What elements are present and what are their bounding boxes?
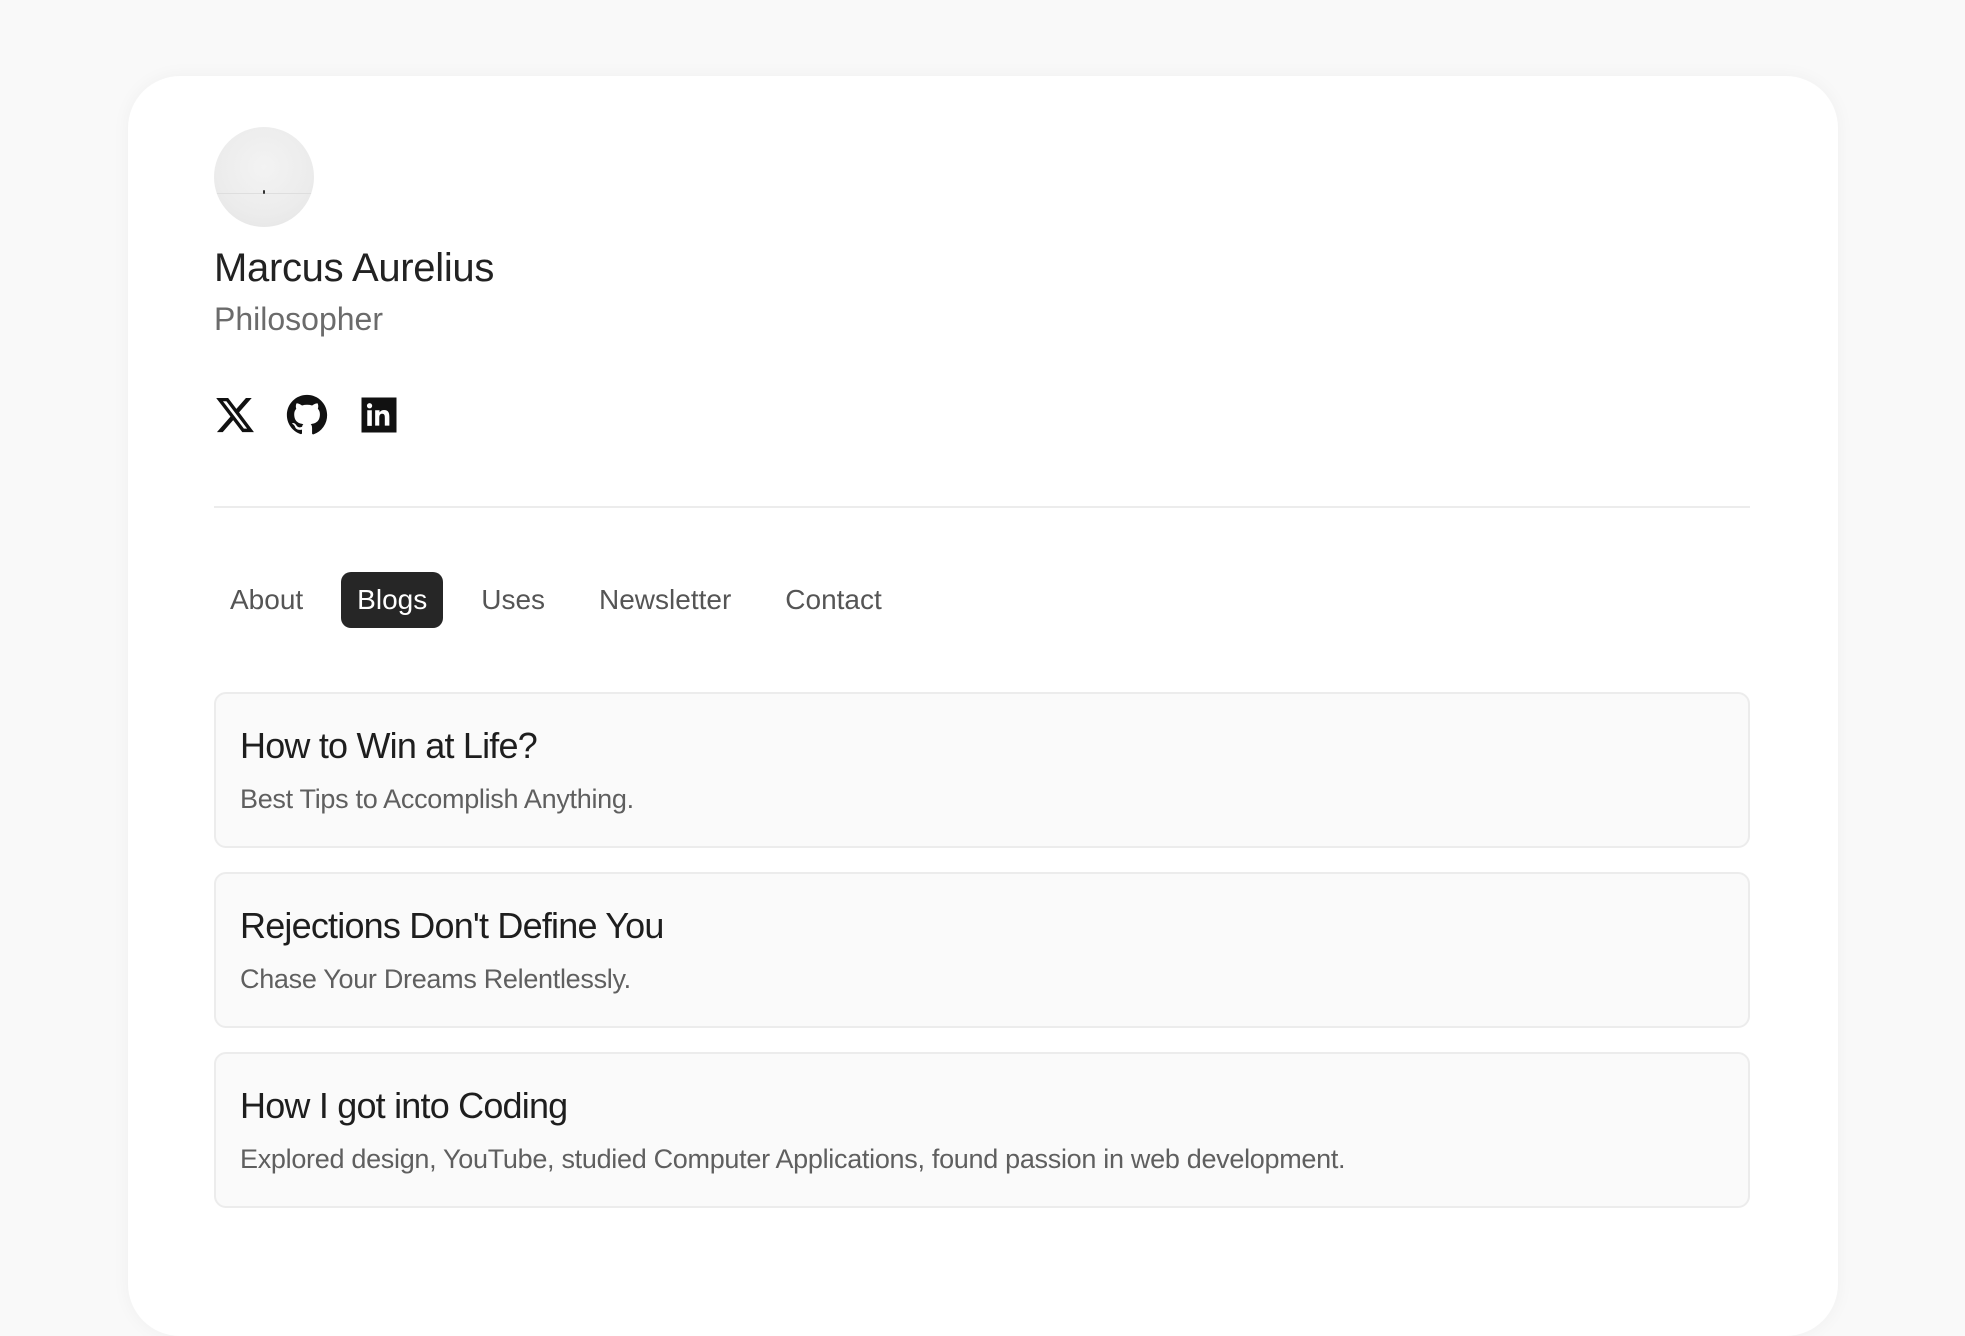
blog-post-title: Rejections Don't Define You bbox=[240, 905, 664, 946]
linkedin-icon bbox=[358, 394, 400, 436]
tab-about[interactable]: About bbox=[214, 572, 319, 628]
divider bbox=[214, 506, 1750, 508]
blog-post-card[interactable]: How to Win at Life? Best Tips to Accompl… bbox=[214, 692, 1750, 848]
tab-newsletter[interactable]: Newsletter bbox=[583, 572, 747, 628]
x-link[interactable] bbox=[214, 394, 256, 436]
blog-post-card[interactable]: Rejections Don't Define You Chase Your D… bbox=[214, 872, 1750, 1028]
x-icon bbox=[214, 394, 256, 436]
tab-uses[interactable]: Uses bbox=[465, 572, 561, 628]
blog-list: How to Win at Life? Best Tips to Accompl… bbox=[214, 692, 1750, 1232]
blog-post-title: How to Win at Life? bbox=[240, 725, 538, 766]
blog-post-subtitle: Chase Your Dreams Relentlessly. bbox=[240, 964, 631, 994]
github-icon bbox=[286, 394, 328, 436]
profile-role: Philosopher bbox=[214, 301, 383, 337]
nav-tabs: About Blogs Uses Newsletter Contact bbox=[214, 572, 898, 628]
avatar-figure bbox=[263, 190, 265, 194]
blog-post-card[interactable]: How I got into Coding Explored design, Y… bbox=[214, 1052, 1750, 1208]
profile-name: Marcus Aurelius bbox=[214, 246, 495, 290]
avatar bbox=[214, 127, 314, 227]
tab-contact[interactable]: Contact bbox=[769, 572, 898, 628]
blog-post-subtitle: Explored design, YouTube, studied Comput… bbox=[240, 1144, 1346, 1174]
blog-post-subtitle: Best Tips to Accomplish Anything. bbox=[240, 784, 634, 814]
social-links bbox=[214, 394, 400, 436]
github-link[interactable] bbox=[286, 394, 328, 436]
tab-blogs[interactable]: Blogs bbox=[341, 572, 444, 628]
linkedin-link[interactable] bbox=[358, 394, 400, 436]
blog-post-title: How I got into Coding bbox=[240, 1085, 568, 1126]
profile-card: Marcus Aurelius Philosopher About Blogs … bbox=[128, 76, 1838, 1336]
